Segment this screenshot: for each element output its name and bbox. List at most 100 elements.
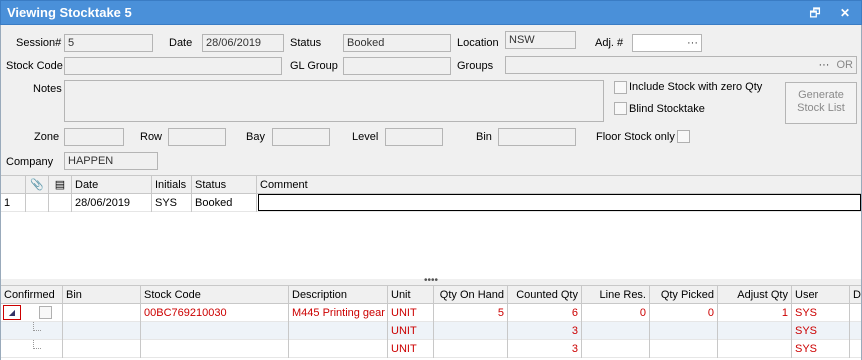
column-header-qty-picked[interactable]: Qty Picked — [650, 286, 718, 304]
bin-cell[interactable] — [63, 322, 141, 340]
counted-qty-cell[interactable]: 3 — [508, 322, 582, 340]
note-cell[interactable] — [49, 194, 72, 212]
column-header-description[interactable]: Description — [289, 286, 388, 304]
column-header-user[interactable]: User — [792, 286, 850, 304]
floor-stock-checkbox[interactable] — [677, 130, 690, 143]
description-cell[interactable] — [289, 340, 388, 358]
adjust-qty-cell[interactable] — [718, 340, 792, 358]
status-field[interactable]: Booked — [343, 34, 451, 52]
column-header-stock-code[interactable]: Stock Code — [141, 286, 289, 304]
column-header-bin[interactable]: Bin — [63, 286, 141, 304]
row-number: 1 — [1, 194, 26, 212]
ellipsis-icon[interactable]: ··· — [687, 37, 698, 49]
stock-code-field[interactable] — [64, 57, 282, 75]
ellipsis-icon[interactable]: ··· — [818, 59, 829, 71]
adjust-qty-cell[interactable]: 1 — [718, 304, 792, 322]
adjust-qty-cell[interactable] — [718, 322, 792, 340]
counted-qty-cell[interactable]: 6 — [508, 304, 582, 322]
column-header-qty-on-hand[interactable]: Qty On Hand — [434, 286, 508, 304]
table-row[interactable]: UNIT 3 SYS — [1, 322, 861, 340]
initials-cell[interactable]: SYS — [152, 194, 192, 212]
comment-cell[interactable] — [258, 194, 861, 211]
column-header-adjust-qty[interactable]: Adjust Qty — [718, 286, 792, 304]
company-field[interactable]: HAPPEN — [64, 152, 158, 170]
stock-code-cell[interactable]: 00BC769210030 — [141, 304, 289, 322]
blind-stocktake-checkbox[interactable] — [614, 102, 627, 115]
paperclip-icon[interactable]: 📎 — [26, 176, 49, 194]
history-grid: 📎 ▤ Date Initials Status Comment 1 28/06… — [1, 175, 861, 279]
table-row[interactable]: ◢ 00BC769210030 M445 Printing gear UNIT … — [1, 304, 861, 322]
bay-label: Bay — [246, 131, 265, 143]
column-header-unit[interactable]: Unit — [388, 286, 434, 304]
level-field[interactable] — [385, 128, 443, 146]
user-cell[interactable]: SYS — [792, 340, 850, 358]
stock-code-cell[interactable] — [141, 322, 289, 340]
row-field[interactable] — [168, 128, 226, 146]
row-number-header — [1, 176, 26, 194]
zone-field[interactable] — [64, 128, 124, 146]
stock-lines-grid: Confirmed Bin Stock Code Description Uni… — [1, 285, 861, 360]
confirmed-checkbox[interactable] — [39, 306, 52, 319]
column-header-d[interactable]: D — [850, 286, 861, 304]
column-header-confirmed[interactable]: Confirmed — [1, 286, 63, 304]
groups-label: Groups — [457, 60, 494, 72]
table-row[interactable]: UNIT 3 SYS — [1, 340, 861, 358]
date-cell[interactable]: 28/06/2019 — [72, 194, 152, 212]
user-cell[interactable]: SYS — [792, 304, 850, 322]
column-header-line-res[interactable]: Line Res. — [582, 286, 650, 304]
close-icon[interactable]: ✕ — [837, 5, 853, 21]
or-toggle[interactable]: OR — [837, 59, 854, 71]
notes-label: Notes — [33, 83, 62, 95]
table-row[interactable]: 1 28/06/2019 SYS Booked — [1, 194, 861, 212]
date-field[interactable]: 28/06/2019 — [202, 34, 284, 52]
column-header-comment[interactable]: Comment — [257, 176, 861, 194]
qty-on-hand-cell[interactable] — [434, 322, 508, 340]
status-label: Status — [290, 37, 322, 49]
d-cell[interactable] — [850, 304, 861, 322]
tree-connector — [1, 340, 63, 358]
description-cell[interactable]: M445 Printing gear — [289, 304, 388, 322]
column-header-counted-qty[interactable]: Counted Qty — [508, 286, 582, 304]
column-header-status[interactable]: Status — [192, 176, 257, 194]
user-cell[interactable]: SYS — [792, 322, 850, 340]
groups-field[interactable]: ··· OR — [505, 56, 857, 74]
status-cell[interactable]: Booked — [192, 194, 257, 212]
gl-group-field[interactable] — [343, 57, 451, 75]
line-res-cell[interactable] — [582, 322, 650, 340]
bin-label: Bin — [476, 131, 492, 143]
qty-on-hand-cell[interactable] — [434, 340, 508, 358]
confirmed-cell[interactable]: ◢ — [1, 304, 63, 322]
unit-cell[interactable]: UNIT — [388, 322, 434, 340]
session-field[interactable]: 5 — [64, 34, 153, 52]
bin-field[interactable] — [498, 128, 576, 146]
generate-stock-list-button[interactable]: Generate Stock List — [785, 82, 857, 124]
bin-cell[interactable] — [63, 340, 141, 358]
qty-picked-cell[interactable]: 0 — [650, 304, 718, 322]
unit-cell[interactable]: UNIT — [388, 340, 434, 358]
description-cell[interactable] — [289, 322, 388, 340]
attachment-cell[interactable] — [26, 194, 49, 212]
counted-qty-cell[interactable]: 3 — [508, 340, 582, 358]
qty-on-hand-cell[interactable]: 5 — [434, 304, 508, 322]
bay-field[interactable] — [272, 128, 330, 146]
d-cell[interactable] — [850, 340, 861, 358]
bin-cell[interactable] — [63, 304, 141, 322]
line-res-cell[interactable] — [582, 340, 650, 358]
expand-triangle-icon[interactable]: ◢ — [3, 305, 21, 320]
d-cell[interactable] — [850, 322, 861, 340]
column-header-initials[interactable]: Initials — [152, 176, 192, 194]
note-icon[interactable]: ▤ — [49, 176, 72, 194]
stock-code-cell[interactable] — [141, 340, 289, 358]
location-field[interactable]: NSW — [505, 31, 576, 49]
column-header-date[interactable]: Date — [72, 176, 152, 194]
unit-cell[interactable]: UNIT — [388, 304, 434, 322]
location-label: Location — [457, 37, 499, 49]
notes-field[interactable] — [64, 80, 604, 122]
adj-lookup[interactable]: ··· — [632, 34, 702, 52]
include-zero-checkbox[interactable] — [614, 81, 627, 94]
restore-icon[interactable]: 🗗 — [807, 5, 823, 21]
adj-label: Adj. # — [595, 37, 624, 49]
qty-picked-cell[interactable] — [650, 322, 718, 340]
qty-picked-cell[interactable] — [650, 340, 718, 358]
line-res-cell[interactable]: 0 — [582, 304, 650, 322]
